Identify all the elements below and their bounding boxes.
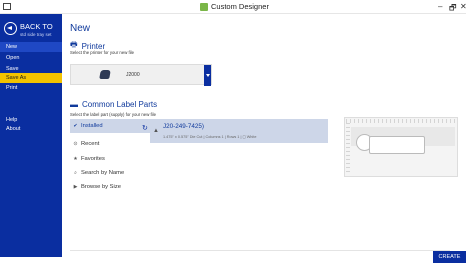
back-sublabel: std side tray set	[20, 32, 52, 37]
create-button[interactable]: CREATE	[433, 251, 466, 263]
label-preview	[344, 117, 458, 177]
back-button[interactable]: BACK TO std side tray set	[4, 21, 60, 43]
refresh-icon[interactable]: ↻	[142, 122, 148, 136]
minimize-button[interactable]: –	[438, 2, 442, 11]
sidebar-item-open[interactable]: Open	[0, 53, 62, 63]
label-part-meta: 1.475" x 0.575" Die Cut | Columns 1 | Ro…	[163, 135, 257, 139]
back-label: BACK TO	[20, 22, 53, 31]
filter-label: Search by Name	[81, 170, 125, 176]
check-icon: ✔	[73, 123, 78, 129]
filter-label: Installed	[81, 123, 103, 129]
ruler-horizontal	[346, 119, 456, 123]
filter-installed[interactable]: ✔ Installed ↻	[70, 119, 150, 133]
filter-label: Browse by Size	[81, 184, 121, 190]
divider	[70, 250, 450, 251]
filter-recent[interactable]: ⊙ Recent	[70, 137, 150, 151]
window-title: Custom Designer	[200, 2, 269, 11]
app-logo-icon	[200, 2, 208, 11]
printer-name: J2000	[126, 72, 140, 78]
list-item[interactable]: ▲ J20-249-7425) 1.475" x 0.575" Die Cut …	[150, 119, 328, 143]
label-results-list: ▲ J20-249-7425) 1.475" x 0.575" Die Cut …	[150, 119, 328, 252]
label-part-title: J20-249-7425)	[163, 123, 204, 130]
label-parts-subtitle: Select the label part (supply) for your …	[70, 112, 156, 117]
filter-label: Recent	[81, 141, 100, 147]
printer-section-subtitle: Select the printer for your new file	[70, 50, 135, 55]
filter-label: Favorites	[81, 156, 105, 162]
filter-favorites[interactable]: ★ Favorites	[70, 152, 150, 166]
backstage-sidebar: BACK TO std side tray set New Open Save …	[0, 14, 62, 257]
search-icon: ⌕	[74, 170, 77, 176]
close-button[interactable]: ✕	[460, 2, 466, 11]
label-parts-heading: ▬ Common Label Parts	[70, 100, 157, 109]
filter-search-by-name[interactable]: ⌕ Search by Name	[70, 166, 150, 180]
star-icon: ★	[73, 156, 78, 162]
sidebar-item-save-as[interactable]: Save As	[0, 73, 62, 83]
printer-dropdown-button[interactable]	[204, 65, 211, 86]
sidebar-item-about[interactable]: About	[0, 124, 62, 134]
app-menu-icon[interactable]	[3, 3, 11, 10]
main-panel: New 🖶 Printer Select the printer for you…	[62, 14, 466, 263]
ruler-vertical	[346, 123, 350, 175]
window-title-text: Custom Designer	[211, 2, 269, 11]
printer-selector[interactable]: J2000	[70, 64, 212, 86]
title-bar: Custom Designer – 🗗 ✕	[0, 0, 466, 14]
sidebar-item-new[interactable]: New	[0, 42, 62, 52]
play-icon: ▶	[73, 184, 78, 190]
label-parts-icon: ▬	[70, 100, 78, 109]
printer-image-icon	[99, 70, 111, 79]
page-title: New	[70, 23, 91, 34]
label-parts-heading-text: Common Label Parts	[82, 100, 158, 109]
filter-browse-by-size[interactable]: ▶ Browse by Size	[70, 180, 150, 194]
sidebar-item-print[interactable]: Print	[0, 83, 62, 93]
clock-icon: ⊙	[73, 141, 78, 147]
label-strip	[351, 127, 455, 154]
filter-list: ✔ Installed ↻ ⊙ Recent ★ Favorites ⌕ Sea…	[70, 119, 150, 239]
back-arrow-icon	[4, 22, 17, 35]
label-body	[369, 136, 425, 154]
label-part-icon: ▲	[153, 128, 159, 134]
